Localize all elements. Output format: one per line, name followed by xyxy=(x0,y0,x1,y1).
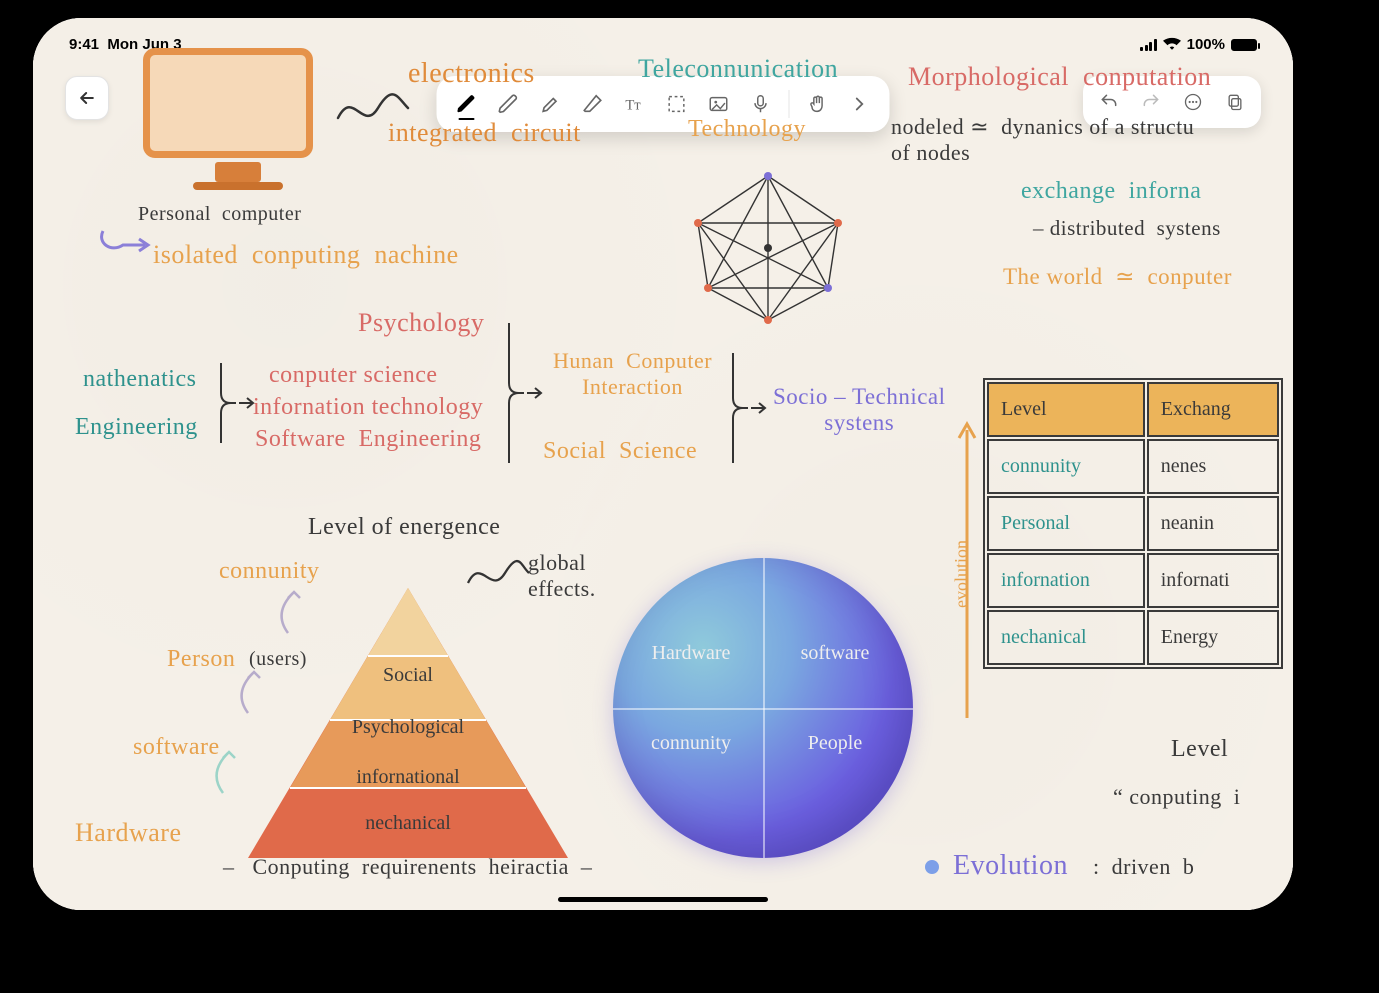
th-exchange: Exchang xyxy=(1147,382,1279,437)
home-indicator[interactable] xyxy=(558,897,768,902)
duplicate-button[interactable] xyxy=(1215,82,1255,122)
globe-people: People xyxy=(765,732,905,755)
note-morph: Morphological conputation xyxy=(908,62,1211,92)
pyr-l1: Social xyxy=(248,664,568,687)
chevron-right-icon xyxy=(849,93,871,115)
curly-arrow-icon xyxy=(93,223,153,263)
note-pc: Personal computer xyxy=(138,203,301,226)
pencil-icon xyxy=(498,93,520,115)
note-socio: Socio – Technical systens xyxy=(773,384,946,436)
table-row: connunitynenes xyxy=(987,439,1279,494)
battery-icon xyxy=(1231,39,1257,51)
globe-community: connunity xyxy=(621,732,761,755)
text-icon: Tт xyxy=(624,93,646,115)
note-technology: Technology xyxy=(688,116,806,143)
wifi-icon xyxy=(1163,36,1181,53)
table-row: infornationinfornati xyxy=(987,553,1279,608)
undo-icon xyxy=(1099,92,1119,112)
note-math: nathenatics xyxy=(83,366,196,393)
note-cs: conputer science xyxy=(269,362,438,389)
side-hardware: Hardware xyxy=(75,818,182,848)
globe-sw: software xyxy=(765,642,905,665)
note-telecom: Teleconnunication xyxy=(638,54,838,84)
battery-percent: 100% xyxy=(1187,36,1225,53)
note-distributed: – distributed systens xyxy=(1033,216,1221,241)
note-evolution: Evolution xyxy=(953,850,1068,882)
toolbar-more[interactable] xyxy=(840,84,880,124)
note-electronics: electronics xyxy=(408,58,535,90)
globe-drawing: Hardware software connunity People xyxy=(613,558,913,858)
note-se: Software Engineering xyxy=(255,426,481,453)
note-driven: : driven b xyxy=(1093,854,1194,880)
levels-table: LevelExchang connunitynenes Personalnean… xyxy=(983,378,1283,669)
note-integrated: integrated circuit xyxy=(388,118,581,148)
note-computing-req: – Conputing requirenents heiractia – xyxy=(223,854,592,880)
table-row: Personalneanin xyxy=(987,496,1279,551)
network-graph xyxy=(683,168,853,328)
note-nodeled: nodeled ≃ dynanics of a structu of nodes xyxy=(891,114,1194,166)
note-exchange: exchange inforna xyxy=(1021,178,1201,205)
back-button[interactable] xyxy=(65,76,109,120)
hand-icon xyxy=(807,93,829,115)
note-socialsci: Social Science xyxy=(543,438,697,465)
eraser-icon xyxy=(582,93,604,115)
highlighter-icon xyxy=(540,93,562,115)
bracket-1 xyxy=(211,358,261,448)
note-hci: Hunan Conputer Interaction xyxy=(553,348,712,400)
note-canvas[interactable]: 9:41 Mon Jun 3 100% Tт xyxy=(33,18,1293,910)
note-eng: Engineering xyxy=(75,414,198,441)
mic-icon xyxy=(750,93,772,115)
arrow-left-icon xyxy=(77,88,97,108)
evolution-axis-label: evolution xyxy=(951,540,972,608)
bracket-3 xyxy=(723,348,773,468)
status-right: 100% xyxy=(1140,36,1257,53)
tablet-frame: 9:41 Mon Jun 3 100% Tт xyxy=(33,18,1293,910)
pyr-l4: nechanical xyxy=(248,812,568,835)
table-row: nechanicalEnergy xyxy=(987,610,1279,665)
globe-hw: Hardware xyxy=(621,642,761,665)
note-level-footer: Level xyxy=(1171,736,1228,763)
pen-icon xyxy=(456,93,478,115)
ellipsis-icon xyxy=(1183,92,1203,112)
toolbar-divider xyxy=(789,90,790,118)
copy-icon xyxy=(1225,92,1245,112)
pyr-l2: Psychological xyxy=(248,716,568,739)
note-computing-in: “ conputing i xyxy=(1113,784,1240,810)
redo-icon xyxy=(1141,92,1161,112)
cellular-icon xyxy=(1140,39,1157,51)
computer-drawing xyxy=(143,48,333,198)
note-world: The world ≃ conputer xyxy=(1003,264,1232,290)
note-psych: Psychology xyxy=(358,308,484,338)
note-isolated: isolated conputing nachine xyxy=(153,240,459,270)
bullet-icon xyxy=(925,860,939,874)
pyramid-drawing: Social Psychological infornational necha… xyxy=(248,588,568,868)
select-icon xyxy=(666,93,688,115)
note-level-emergence: Level of energence xyxy=(308,514,500,541)
th-level: Level xyxy=(987,382,1145,437)
svg-text:Tт: Tт xyxy=(625,98,641,114)
text-tool[interactable]: Tт xyxy=(615,84,655,124)
pyr-l3: infornational xyxy=(248,766,568,789)
bracket-2 xyxy=(499,318,549,468)
note-it: infornation technology xyxy=(253,394,483,421)
image-icon xyxy=(708,93,730,115)
